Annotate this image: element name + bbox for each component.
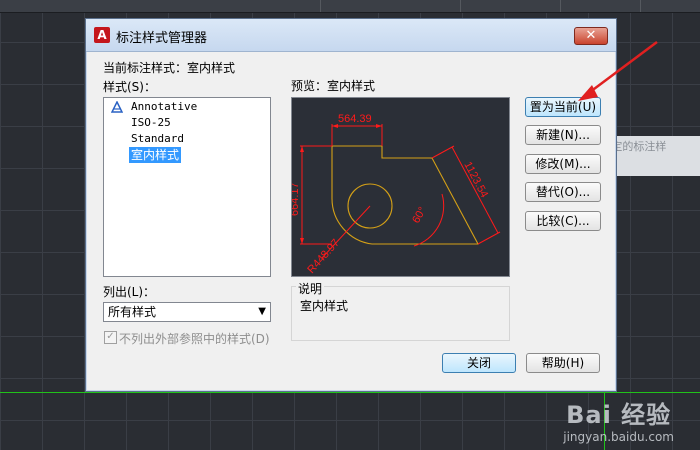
close-button[interactable]: 关闭 <box>442 353 516 373</box>
modify-button[interactable]: 修改(M)... <box>525 154 601 174</box>
help-button[interactable]: 帮助(H) <box>526 353 600 373</box>
dimension-style-manager-dialog: A 标注样式管理器 ✕ 当前标注样式：室内样式 样式(S)： Annotativ… <box>85 18 617 392</box>
preview-label: 预览：室内样式 <box>291 79 376 93</box>
preview-drawing: 564.39 664.17 1123.54 60° R448.97 <box>292 113 501 276</box>
override-button[interactable]: 替代(O)... <box>525 182 601 202</box>
new-button[interactable]: 新建(N)... <box>525 125 601 145</box>
preview-geometry-outline <box>331 145 479 245</box>
exclude-xref-checkbox[interactable]: ✓ <box>104 331 117 344</box>
set-current-button[interactable]: 置为当前(U) <box>525 97 601 117</box>
list-filter-value: 所有样式 <box>108 305 157 319</box>
styles-list[interactable]: Annotative ISO-25 Standard 室内样式 <box>103 97 271 277</box>
list-item-annotative[interactable]: Annotative <box>129 99 199 115</box>
watermark-brand: Bai 经验 <box>566 401 672 429</box>
preview-dim-top: 564.39 <box>338 113 372 125</box>
baidu-watermark: Bai 经验 jingyan.baidu.com <box>563 395 674 444</box>
list-label: 列出(L)： <box>103 285 156 299</box>
description-text: 室内样式 <box>300 299 349 313</box>
styles-label: 样式(S)： <box>103 80 156 94</box>
autocad-app-icon: A <box>94 27 110 43</box>
chevron-down-icon: ▼ <box>258 306 266 317</box>
dialog-titlebar[interactable]: A 标注样式管理器 ✕ <box>86 19 616 52</box>
green-line-horizontal <box>0 392 700 393</box>
top-toolbar-strip <box>0 0 700 13</box>
current-style-label: 当前标注样式：室内样式 <box>103 61 236 75</box>
dimension-preview: 564.39 664.17 1123.54 60° R448.97 <box>291 97 510 277</box>
list-item-standard[interactable]: Standard <box>129 131 186 147</box>
preview-dim-angle: 60° <box>410 205 429 225</box>
watermark-url: jingyan.baidu.com <box>563 430 674 444</box>
exclude-xref-label: 不列出外部参照中的样式(D) <box>119 332 270 346</box>
annotative-icon <box>111 101 123 113</box>
list-item-iso-25[interactable]: ISO-25 <box>129 115 173 131</box>
close-icon[interactable]: ✕ <box>574 27 608 45</box>
preview-dim-left: 664.17 <box>292 182 301 216</box>
preview-dim-radius: R448.97 <box>305 237 342 276</box>
description-label: 说明 <box>296 280 325 297</box>
list-item-interior-style[interactable]: 室内样式 <box>129 147 182 163</box>
preview-dim-diagonal: 1123.54 <box>461 160 490 200</box>
compare-button[interactable]: 比较(C)... <box>525 211 601 231</box>
dialog-title: 标注样式管理器 <box>116 31 208 46</box>
list-filter-select[interactable]: 所有样式 ▼ <box>103 302 271 322</box>
